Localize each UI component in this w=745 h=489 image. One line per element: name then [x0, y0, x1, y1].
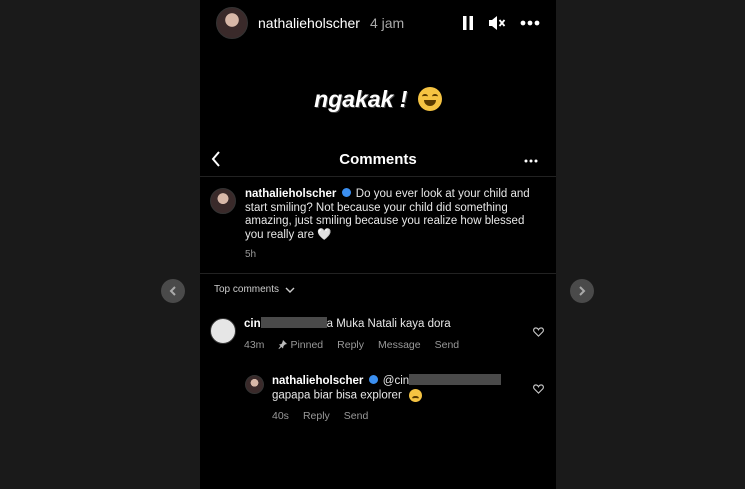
reply-time: 40s: [272, 409, 289, 422]
redacted-block: [260, 317, 327, 329]
comment-username[interactable]: cin: [244, 318, 261, 330]
reply-username[interactable]: nathalieholscher: [272, 375, 363, 387]
comments-header: Comments: [200, 142, 556, 177]
verified-badge-icon: [341, 188, 351, 198]
sort-label: Top comments: [214, 284, 280, 295]
reply-button[interactable]: Reply: [303, 410, 330, 422]
smiling-emoji-icon: [408, 388, 422, 402]
send-button[interactable]: Send: [435, 339, 460, 351]
verified-badge-icon: [368, 375, 378, 385]
mute-button[interactable]: [488, 15, 506, 31]
comments-options-button[interactable]: [524, 150, 538, 168]
redacted-block: [409, 374, 502, 386]
send-button[interactable]: Send: [344, 410, 369, 422]
pinned-indicator: Pinned: [278, 339, 323, 351]
avatar[interactable]: [210, 318, 236, 344]
avatar[interactable]: [210, 188, 236, 214]
muted-speaker-icon: [489, 16, 506, 30]
comments-title: Comments: [339, 150, 417, 168]
like-button[interactable]: [533, 381, 544, 399]
chevron-left-icon: [169, 286, 176, 296]
divider: [200, 273, 556, 274]
sort-comments-dropdown[interactable]: Top comments: [214, 284, 295, 295]
reply-mention[interactable]: @cin: [383, 375, 409, 387]
chevron-down-icon: [285, 287, 295, 293]
comment-item: cin a Muka Natali kaya dora 43m Pinned Re…: [210, 317, 544, 351]
story-viewer: nathalieholscher 4 jam ngakak ! Comments…: [200, 0, 556, 489]
story-text-sticker: ngakak !: [200, 86, 556, 113]
message-button[interactable]: Message: [378, 339, 421, 351]
heart-icon: [533, 327, 544, 337]
chevron-right-icon: [579, 286, 586, 296]
caption-username[interactable]: nathalieholscher: [245, 188, 336, 200]
story-header: nathalieholscher 4 jam: [216, 7, 540, 39]
story-username[interactable]: nathalieholscher: [258, 15, 360, 31]
avatar[interactable]: [216, 7, 248, 39]
chevron-left-icon: [211, 151, 220, 167]
avatar[interactable]: [245, 375, 264, 394]
post-caption: nathalieholscher Do you ever look at you…: [210, 188, 544, 262]
pause-icon: [463, 16, 473, 30]
heart-icon: [533, 384, 544, 394]
comment-text: a Muka Natali kaya dora: [326, 318, 451, 330]
pause-button[interactable]: [462, 15, 474, 31]
story-options-button[interactable]: [520, 20, 540, 26]
laughing-emoji-icon: [417, 86, 442, 111]
pinned-label: Pinned: [290, 338, 324, 351]
like-button[interactable]: [533, 324, 544, 342]
reply-item: nathalieholscher @cin gapapa biar bisa e…: [245, 374, 544, 422]
caption-time: 5h: [245, 249, 257, 260]
comment-time: 43m: [244, 338, 265, 351]
next-story-button[interactable]: [570, 279, 594, 303]
previous-story-button[interactable]: [161, 279, 185, 303]
sticker-text: ngakak !: [314, 86, 408, 112]
back-button[interactable]: [210, 151, 222, 172]
more-horizontal-icon: [520, 20, 540, 26]
reply-button[interactable]: Reply: [337, 339, 364, 351]
pin-icon: [278, 340, 288, 349]
story-timestamp: 4 jam: [369, 15, 405, 31]
reply-text: gapapa biar bisa explorer: [272, 389, 402, 402]
more-horizontal-icon: [524, 159, 538, 163]
white-heart-emoji: 🤍: [317, 228, 332, 241]
